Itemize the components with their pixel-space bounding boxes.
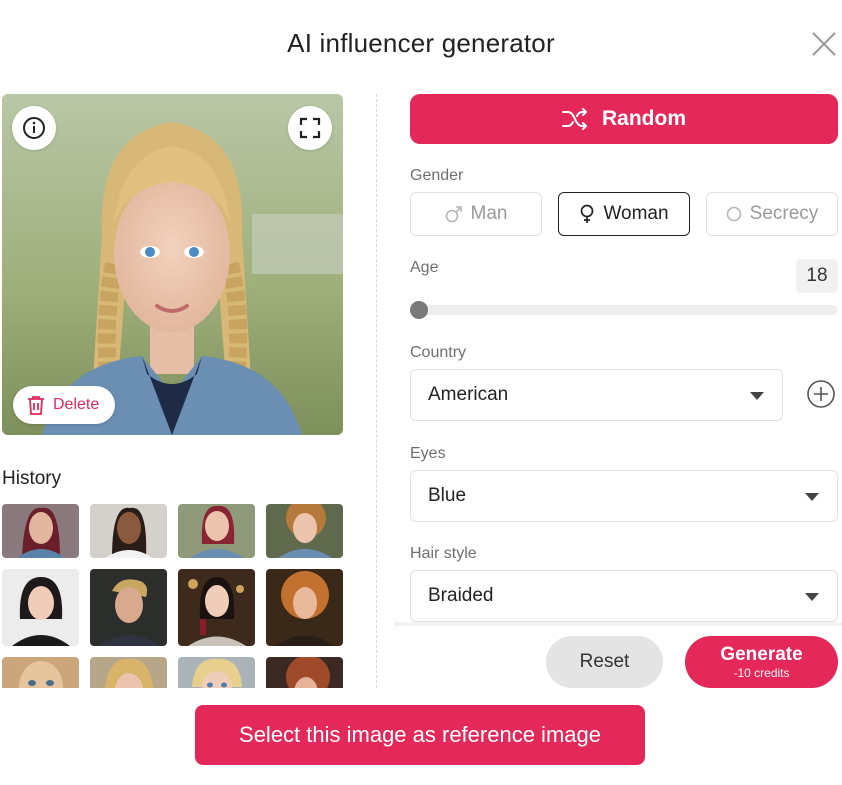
info-button[interactable] — [12, 106, 56, 150]
eyes-label: Eyes — [410, 445, 446, 462]
country-select[interactable]: American — [410, 369, 783, 421]
generate-label: Generate — [720, 643, 803, 665]
generate-button[interactable]: Generate -10 credits — [685, 636, 838, 688]
reset-button[interactable]: Reset — [546, 636, 663, 688]
hair-style-value: Braided — [428, 585, 494, 606]
history-thumb[interactable] — [178, 657, 255, 688]
history-thumb[interactable] — [90, 504, 167, 558]
female-icon — [581, 204, 594, 223]
history-thumb[interactable] — [2, 657, 79, 688]
random-label: Random — [602, 107, 686, 130]
history-thumb[interactable] — [266, 569, 343, 646]
fullscreen-button[interactable] — [288, 106, 332, 150]
delete-button[interactable]: Delete — [13, 386, 115, 424]
gender-option-secrecy[interactable]: Secrecy — [706, 192, 838, 236]
male-icon — [445, 206, 462, 223]
country-value: American — [428, 384, 509, 405]
age-slider-thumb[interactable] — [410, 301, 428, 319]
close-button[interactable] — [810, 30, 838, 58]
gender-option-woman[interactable]: Woman — [558, 192, 690, 236]
gender-option-man[interactable]: Man — [410, 192, 542, 236]
eyes-value: Blue — [428, 485, 467, 506]
country-label: Country — [410, 344, 467, 361]
gender-option-label: Woman — [603, 203, 669, 224]
age-value: 18 — [796, 259, 838, 293]
plus-circle-icon — [807, 380, 835, 408]
delete-label: Delete — [53, 396, 100, 413]
eyes-select[interactable]: Blue — [410, 470, 838, 522]
gender-label: Gender — [410, 167, 464, 184]
preview-image: Delete — [2, 94, 343, 435]
gender-option-label: Man — [470, 203, 508, 224]
age-label: Age — [410, 259, 439, 276]
column-divider — [376, 94, 377, 688]
chevron-down-icon — [750, 392, 764, 400]
history-thumb[interactable] — [90, 657, 167, 688]
dialog-title: AI influencer generator — [287, 28, 555, 58]
history-thumb[interactable] — [266, 657, 343, 688]
random-button[interactable]: Random — [410, 94, 838, 144]
chevron-down-icon — [805, 493, 819, 501]
info-icon — [23, 117, 45, 139]
hair-style-select[interactable]: Braided — [410, 570, 838, 622]
shuffle-icon — [562, 108, 587, 130]
scroll-fade — [394, 622, 842, 626]
history-thumb[interactable] — [90, 569, 167, 646]
portrait-photo — [2, 94, 343, 435]
history-thumb[interactable] — [266, 504, 343, 558]
history-label: History — [2, 468, 62, 489]
generate-cost: -10 credits — [733, 665, 790, 680]
history-grid — [2, 504, 343, 688]
circle-icon — [726, 206, 741, 222]
fullscreen-icon — [299, 117, 321, 139]
select-reference-button[interactable]: Select this image as reference image — [195, 705, 645, 765]
history-thumb[interactable] — [178, 569, 255, 646]
trash-icon — [28, 396, 44, 415]
history-thumb[interactable] — [178, 504, 255, 558]
chevron-down-icon — [805, 593, 819, 601]
hair-style-label: Hair style — [410, 545, 477, 562]
gender-option-label: Secrecy — [749, 203, 819, 224]
close-icon — [812, 32, 836, 56]
add-country-button[interactable] — [806, 379, 836, 409]
history-thumb[interactable] — [2, 569, 79, 646]
age-slider-track[interactable] — [410, 305, 838, 315]
history-thumb[interactable] — [2, 504, 79, 558]
